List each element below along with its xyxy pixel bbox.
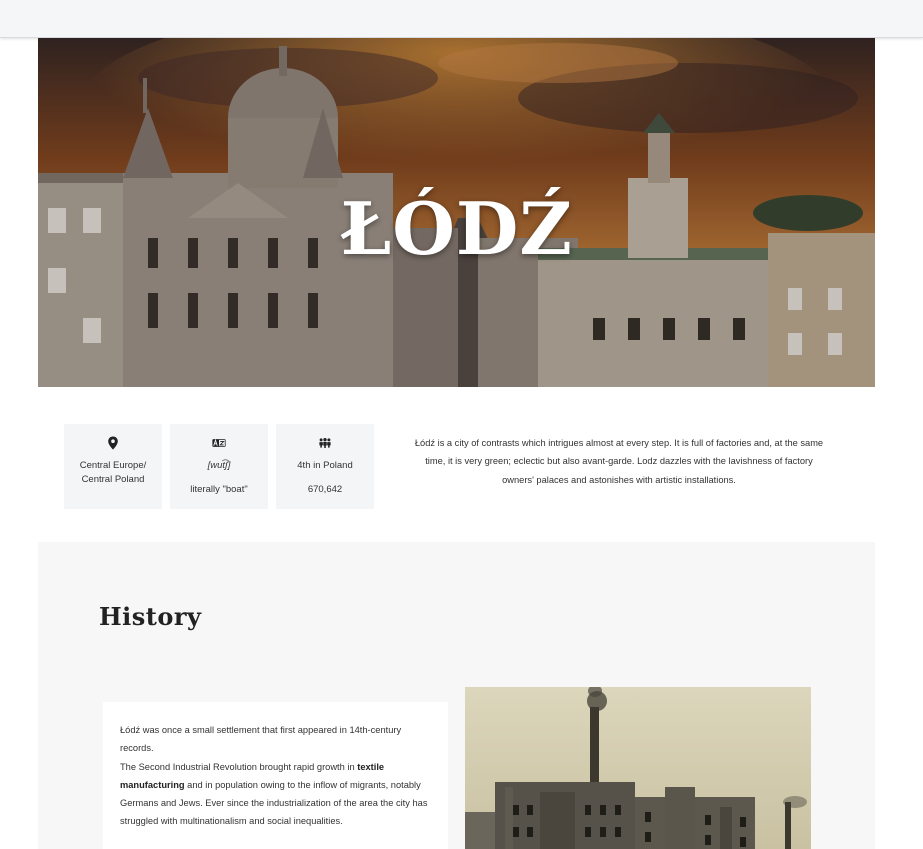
people-icon: [319, 437, 331, 449]
fact-population: 670,642: [307, 484, 343, 495]
facts-row: Central Europe/ Central Poland [wut͡ʃ] l…: [64, 424, 374, 509]
history-factory-photo: [465, 687, 811, 849]
history-text-card: Łódź was once a small settlement that fi…: [103, 702, 448, 849]
hero-banner: ŁÓDŹ: [38, 38, 875, 387]
history-paragraph-2: The Second Industrial Revolution brought…: [120, 758, 431, 831]
top-navigation-bar: [0, 0, 923, 38]
fact-region-line-1: Central Europe/: [79, 460, 147, 471]
fact-rank: 4th in Poland: [297, 460, 353, 471]
location-pin-icon: [108, 436, 118, 450]
fact-meaning: literally "boat": [190, 484, 248, 495]
history-paragraph-1: Łódź was once a small settlement that fi…: [120, 725, 402, 754]
history-section: History Łódź was once a small settlement…: [38, 542, 875, 849]
translation-icon: [212, 438, 226, 447]
city-intro-text: Łódź is a city of contrasts which intrig…: [414, 438, 824, 485]
history-heading: History: [99, 602, 202, 631]
history-text-span: The Second Industrial Revolution brought…: [120, 761, 358, 772]
hero-title: ŁÓDŹ: [340, 186, 573, 271]
fact-pronunciation: [wut͡ʃ]: [207, 460, 231, 471]
fact-region-line-2: Central Poland: [81, 474, 145, 485]
fact-card-population: 4th in Poland 670,642: [276, 424, 374, 509]
fact-card-location: Central Europe/ Central Poland: [64, 424, 162, 509]
fact-card-pronunciation: [wut͡ʃ] literally "boat": [170, 424, 268, 509]
